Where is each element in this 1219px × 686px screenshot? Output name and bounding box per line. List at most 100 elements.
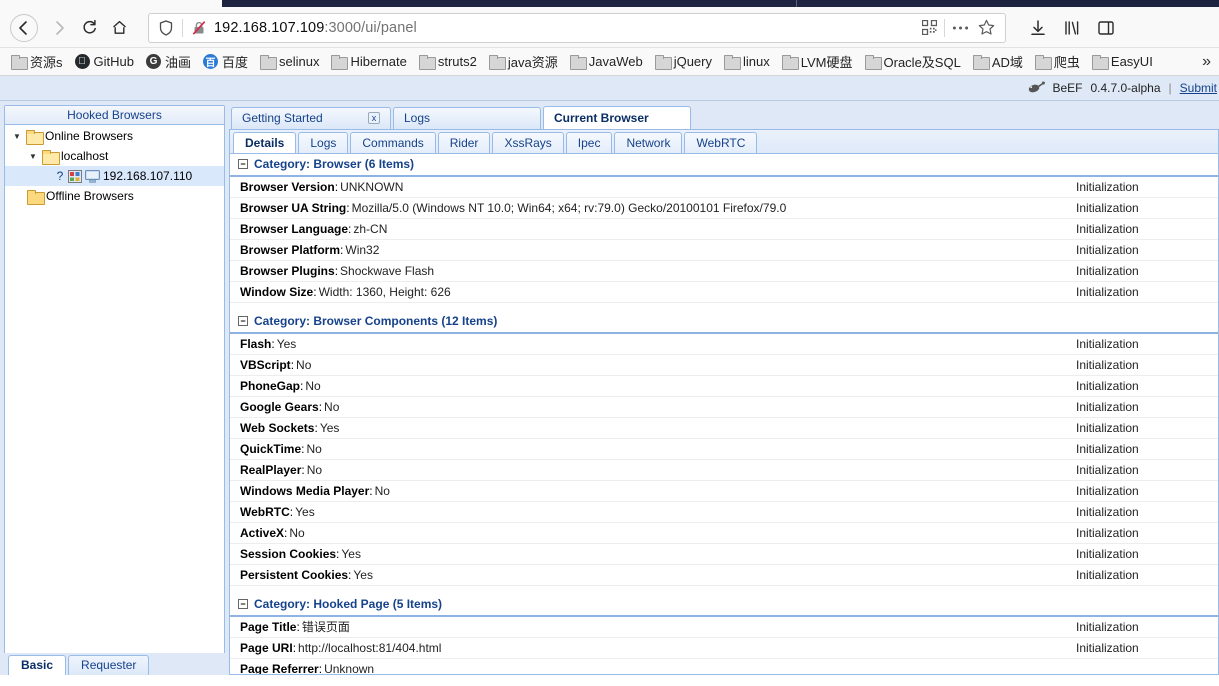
- url-text[interactable]: 192.168.107.109:3000/ui/panel: [210, 20, 417, 36]
- bookmark-item[interactable]: 爬虫: [1030, 50, 1085, 73]
- home-button-icon[interactable]: [104, 13, 134, 43]
- bookmark-item[interactable]: 资源s: [6, 50, 68, 73]
- close-icon[interactable]: x: [368, 112, 380, 125]
- collapse-icon[interactable]: −: [238, 159, 248, 170]
- row-status: Initialization: [1076, 441, 1139, 456]
- row-colon: :: [318, 661, 323, 674]
- crossed-lock-icon[interactable]: [188, 20, 210, 36]
- subtab-webrtc[interactable]: WebRTC: [684, 131, 758, 153]
- category-header-browser[interactable]: − Category: Browser (6 Items): [230, 153, 1218, 177]
- row-status: Initialization: [1076, 525, 1139, 540]
- star-icon[interactable]: [973, 15, 999, 41]
- tab-logs[interactable]: Logs: [393, 106, 541, 129]
- forward-button-icon[interactable]: [44, 13, 74, 43]
- subtab-rider[interactable]: Rider: [437, 131, 491, 153]
- table-row[interactable]: Browser Language: zh-CN Initialization: [230, 219, 1218, 240]
- table-row[interactable]: Browser UA String: Mozilla/5.0 (Windows N…: [230, 198, 1218, 219]
- row-colon: :: [369, 483, 373, 498]
- bookmark-item[interactable]: 百百度: [198, 50, 253, 73]
- beef-version: 0.4.7.0-alpha: [1090, 81, 1161, 95]
- subtab-details[interactable]: Details: [233, 131, 297, 153]
- sidebar-tab-basic[interactable]: Basic: [8, 655, 67, 675]
- table-row[interactable]: PhoneGap: No Initialization: [230, 376, 1218, 397]
- subtab-logs[interactable]: Logs: [298, 131, 349, 153]
- chevron-down-icon[interactable]: ▼: [27, 152, 39, 161]
- library-icon[interactable]: [1056, 13, 1088, 43]
- url-bar[interactable]: 192.168.107.109:3000/ui/panel: [148, 12, 1006, 43]
- bookmark-item[interactable]: G 油画: [141, 50, 196, 73]
- folder-icon: [1091, 55, 1109, 70]
- tree-node-online-browsers[interactable]: ▼ Online Browsers: [5, 126, 224, 146]
- beef-header: BeEF 0.4.7.0-alpha | Submit: [0, 76, 1219, 101]
- bookmark-item[interactable]: jQuery: [650, 52, 717, 71]
- row-status: Initialization: [1076, 640, 1139, 655]
- bookmark-item[interactable]: AD域: [968, 50, 1028, 73]
- folder-icon: [331, 55, 349, 70]
- folder-icon: [27, 189, 45, 205]
- bookmark-item[interactable]: LVM硬盘: [777, 50, 858, 73]
- browser-tabstrip[interactable]: [0, 0, 1219, 8]
- subtab-xssrays[interactable]: XssRays: [492, 131, 564, 153]
- collapse-icon[interactable]: −: [238, 599, 248, 610]
- table-row[interactable]: Web Sockets: Yes Initialization: [230, 418, 1218, 439]
- subtab-commands[interactable]: Commands: [350, 131, 436, 153]
- table-row[interactable]: Window Size: Width: 1360, Height: 626 Init…: [230, 282, 1218, 303]
- bookmark-item[interactable]: selinux: [255, 52, 324, 71]
- table-row[interactable]: ActiveX: No Initialization: [230, 523, 1218, 544]
- row-status: Initialization: [1076, 263, 1139, 278]
- sidebar-tab-requester[interactable]: Requester: [68, 655, 150, 675]
- table-row[interactable]: Page URI: http://localhost:81/404.html Ini…: [230, 638, 1218, 659]
- bookmark-item[interactable]: EasyUI: [1087, 52, 1158, 71]
- category-header-browser-components[interactable]: − Category: Browser Components (12 Items…: [230, 310, 1218, 334]
- bookmark-item[interactable]: JavaWeb: [565, 52, 648, 71]
- bookmark-item[interactable]: GitHub: [70, 52, 139, 71]
- category-title: Category: Hooked Page (5 Items): [254, 597, 443, 612]
- table-row[interactable]: Page Title: 错误页面 Initialization: [230, 617, 1218, 638]
- bookmark-item[interactable]: java资源: [484, 50, 563, 73]
- submit-link[interactable]: Submit: [1180, 81, 1217, 95]
- tree-node-offline-browsers[interactable]: Offline Browsers: [5, 186, 224, 206]
- row-key: Page URI: [240, 640, 293, 655]
- table-row[interactable]: QuickTime: No Initialization: [230, 439, 1218, 460]
- category-header-hooked-page[interactable]: − Category: Hooked Page (5 Items): [230, 593, 1218, 617]
- table-row[interactable]: Browser Version: UNKNOWN Initialization: [230, 177, 1218, 198]
- row-key: VBScript: [240, 357, 291, 372]
- table-row[interactable]: Windows Media Player: No Initialization: [230, 481, 1218, 502]
- table-row[interactable]: Browser Plugins: Shockwave Flash Initializ…: [230, 261, 1218, 282]
- folder-icon: [488, 55, 506, 70]
- bookmark-item[interactable]: linux: [719, 52, 775, 71]
- back-button-icon[interactable]: [10, 13, 38, 42]
- row-colon: :: [313, 284, 317, 299]
- download-icon[interactable]: [1022, 13, 1054, 43]
- table-row[interactable]: WebRTC: Yes Initialization: [230, 502, 1218, 523]
- table-row[interactable]: Session Cookies: Yes Initialization: [230, 544, 1218, 565]
- chevron-down-icon[interactable]: ▼: [11, 132, 23, 141]
- table-row[interactable]: Browser Platform: Win32 Initialization: [230, 240, 1218, 261]
- bookmarks-overflow-chevron-icon[interactable]: »: [1202, 53, 1213, 71]
- subtab-ipec[interactable]: Ipec: [565, 131, 613, 153]
- ellipsis-icon[interactable]: [947, 15, 973, 41]
- bookmark-label: jQuery: [673, 54, 712, 69]
- bookmark-label: GitHub: [93, 54, 134, 69]
- subtab-network[interactable]: Network: [614, 131, 683, 153]
- tab-getting-started[interactable]: Getting Started x: [231, 106, 391, 129]
- bookmark-item[interactable]: Oracle及SQL: [860, 50, 966, 73]
- table-row[interactable]: Page Referrer: Unknown: [230, 659, 1218, 674]
- sidebar-icon[interactable]: [1090, 13, 1122, 43]
- collapse-icon[interactable]: −: [238, 316, 248, 327]
- table-row[interactable]: Persistent Cookies: Yes Initialization: [230, 565, 1218, 586]
- shield-icon[interactable]: [155, 19, 177, 36]
- tree-node-localhost[interactable]: ▼ localhost: [5, 146, 224, 166]
- table-row[interactable]: Google Gears: No Initialization: [230, 397, 1218, 418]
- table-row[interactable]: Flash: Yes Initialization: [230, 334, 1218, 355]
- bookmark-label: 油画: [164, 55, 191, 70]
- row-key: PhoneGap: [240, 378, 301, 393]
- tab-current-browser[interactable]: Current Browser: [543, 105, 691, 129]
- bookmark-item[interactable]: Hibernate: [326, 52, 411, 71]
- qr-code-icon[interactable]: [916, 15, 942, 41]
- reload-button-icon[interactable]: [74, 13, 104, 43]
- table-row[interactable]: VBScript: No Initialization: [230, 355, 1218, 376]
- table-row[interactable]: RealPlayer: No Initialization: [230, 460, 1218, 481]
- tree-node-hooked-browser[interactable]: ? 192.168.107.110: [5, 166, 224, 186]
- bookmark-item[interactable]: struts2: [414, 52, 482, 71]
